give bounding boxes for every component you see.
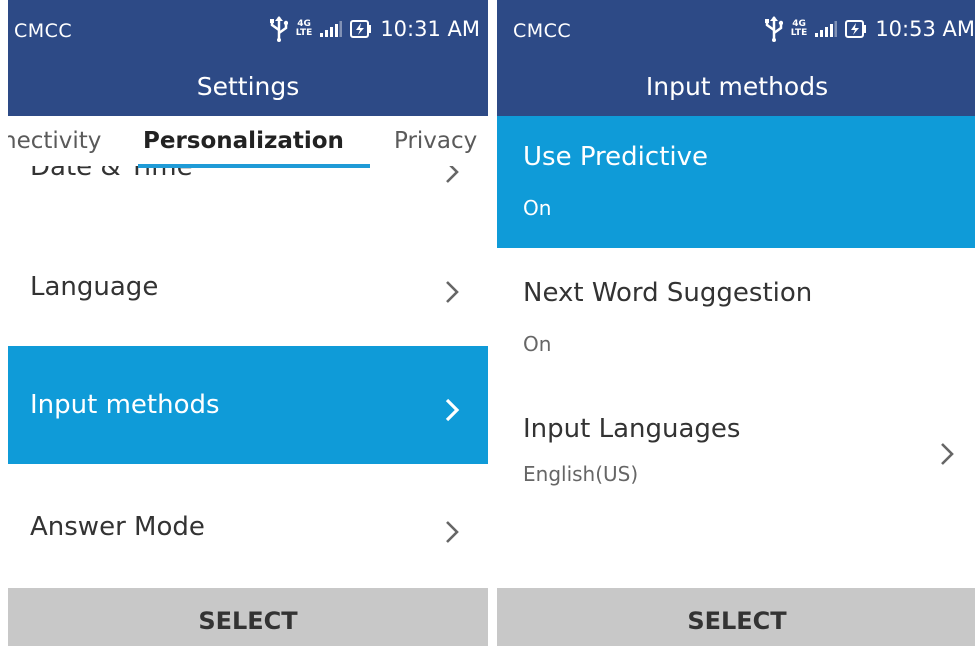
usb-icon xyxy=(269,16,288,42)
battery-charging-icon xyxy=(350,20,372,38)
list-item-input-languages[interactable]: Input Languages English(US) xyxy=(497,380,975,510)
list-item-answer-mode[interactable]: Answer Mode xyxy=(8,464,488,588)
list-item-value: English(US) xyxy=(523,462,639,486)
select-softkey[interactable]: SELECT xyxy=(8,588,488,646)
chevron-right-icon xyxy=(939,440,955,468)
list-item-label: Language xyxy=(30,272,159,302)
tab-personalization[interactable]: Personalization xyxy=(143,128,344,154)
page-title: Input methods xyxy=(497,62,975,116)
chevron-right-icon xyxy=(444,278,460,306)
status-icons: 4G LTE 10:31 AM xyxy=(269,14,480,44)
page-title: Settings xyxy=(8,62,488,116)
input-methods-screen: CMCC 4G LTE 10:53 AM Input methods Use P… xyxy=(497,0,975,646)
status-icons: 4G LTE 10:53 AM xyxy=(764,14,975,44)
carrier-name: CMCC xyxy=(513,20,572,42)
list-item-label: Use Predictive xyxy=(523,142,708,172)
carrier-name: CMCC xyxy=(14,20,73,42)
list-item-input-methods[interactable]: Input methods xyxy=(8,346,488,464)
network-type: 4G LTE xyxy=(296,20,313,38)
settings-screen: CMCC 4G LTE 10:31 AM Settings nectivity … xyxy=(8,0,488,646)
usb-icon xyxy=(764,16,783,42)
signal-icon xyxy=(815,21,838,37)
list-item-use-predictive[interactable]: Use Predictive On xyxy=(497,116,975,248)
status-bar: CMCC 4G LTE xyxy=(8,0,488,62)
list-item-label: Answer Mode xyxy=(30,512,205,542)
list-item-value: On xyxy=(523,196,552,220)
list-item-label: Input Languages xyxy=(523,414,741,444)
list-item-label: Next Word Suggestion xyxy=(523,278,813,308)
tab-bar: nectivity Personalization Privacy xyxy=(8,116,488,168)
chevron-right-icon xyxy=(444,396,460,424)
battery-charging-icon xyxy=(845,20,867,38)
tab-privacy[interactable]: Privacy xyxy=(394,128,477,154)
list-item-language[interactable]: Language xyxy=(8,232,488,346)
list-item-label: Input methods xyxy=(30,390,220,420)
clock: 10:31 AM xyxy=(380,17,480,41)
status-bar: CMCC 4G LTE xyxy=(497,0,975,62)
signal-icon xyxy=(320,21,343,37)
network-type: 4G LTE xyxy=(791,20,808,38)
select-softkey[interactable]: SELECT xyxy=(497,588,975,646)
network-sub: LTE xyxy=(790,28,808,38)
clock: 10:53 AM xyxy=(875,17,975,41)
chevron-right-icon xyxy=(444,518,460,546)
network-sub: LTE xyxy=(295,28,313,38)
active-tab-indicator xyxy=(138,164,370,168)
list-item-next-word-suggestion[interactable]: Next Word Suggestion On xyxy=(497,248,975,380)
list-item-value: On xyxy=(523,332,552,356)
tab-connectivity[interactable]: nectivity xyxy=(8,128,101,154)
